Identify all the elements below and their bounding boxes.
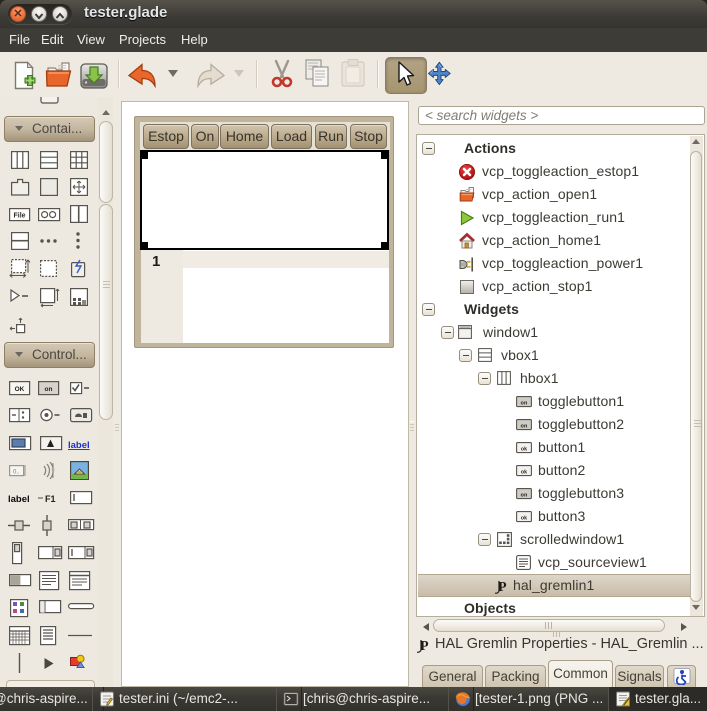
svg-text:on: on (45, 386, 53, 393)
svg-text:File: File (13, 213, 25, 220)
svg-text:0..: 0.. (13, 470, 20, 476)
svg-text:label: label (8, 494, 30, 505)
svg-text:OK: OK (15, 386, 25, 393)
svg-text:F1: F1 (45, 494, 56, 504)
svg-text:label: label (68, 440, 90, 451)
